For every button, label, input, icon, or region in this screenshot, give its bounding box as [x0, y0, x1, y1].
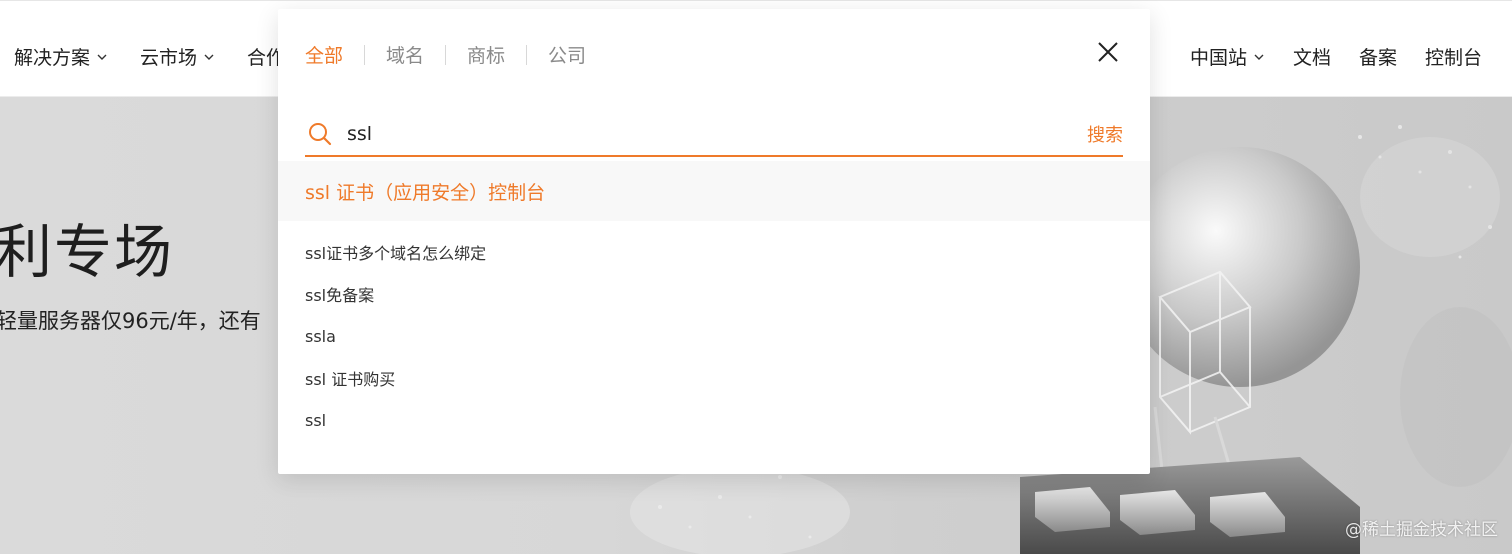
nav-item-region[interactable]: 中国站 — [1190, 43, 1265, 70]
suggestion-item[interactable]: ssl 证书购买 — [305, 357, 486, 399]
search-panel: 全部 域名 商标 公司 搜索 ssl 证书（应用安全）控制台 ssl证书多个域名… — [278, 9, 1150, 474]
hero-title: 利专场 — [0, 218, 175, 286]
search-input[interactable] — [347, 116, 1067, 152]
nav-item-label: 文档 — [1292, 47, 1331, 69]
suggestion-item[interactable]: ssl证书多个域名怎么绑定 — [305, 231, 486, 273]
nav-left: 解决方案 云市场 合作 — [14, 43, 285, 70]
tab-trademark[interactable]: 商标 — [467, 41, 505, 68]
search-bar: 搜索 — [305, 113, 1123, 157]
nav-item-label: 控制台 — [1424, 47, 1482, 69]
tab-divider — [364, 44, 366, 65]
nav-right: 中国站 文档 备案 控制台 — [1190, 43, 1482, 70]
chevron-down-icon — [1254, 54, 1264, 60]
nav-item-docs[interactable]: 文档 — [1293, 43, 1331, 70]
tab-company[interactable]: 公司 — [548, 41, 586, 68]
chevron-down-icon — [97, 54, 107, 60]
nav-item-label: 解决方案 — [14, 47, 91, 69]
nav-item-marketplace[interactable]: 云市场 — [140, 43, 215, 70]
tab-domain[interactable]: 域名 — [386, 41, 424, 68]
suggestion-list: ssl证书多个域名怎么绑定 ssl免备案 ssla ssl 证书购买 ssl — [305, 231, 486, 441]
tab-divider — [526, 44, 528, 65]
close-icon[interactable] — [1096, 40, 1120, 64]
watermark: @稀土掘金技术社区 — [1345, 520, 1498, 540]
nav-item-console[interactable]: 控制台 — [1425, 43, 1482, 70]
chevron-down-icon — [204, 54, 214, 60]
hero-subtitle: 轻量服务器仅96元/年，还有 — [0, 309, 261, 333]
search-icon — [309, 123, 332, 146]
nav-item-label: 备案 — [1358, 47, 1397, 69]
search-tabs: 全部 域名 商标 公司 — [305, 41, 586, 68]
nav-item-label: 云市场 — [140, 47, 198, 69]
suggestion-item[interactable]: ssl免备案 — [305, 273, 486, 315]
nav-item-label: 中国站 — [1189, 47, 1247, 69]
tab-divider — [445, 44, 447, 65]
nav-item-solutions[interactable]: 解决方案 — [14, 43, 108, 70]
nav-item-filing[interactable]: 备案 — [1359, 43, 1397, 70]
suggestion-item[interactable]: ssl — [305, 399, 486, 441]
search-button[interactable]: 搜索 — [1087, 121, 1123, 147]
suggestion-item[interactable]: ssla — [305, 315, 486, 357]
tab-all[interactable]: 全部 — [305, 41, 343, 68]
suggestion-highlighted[interactable]: ssl 证书（应用安全）控制台 — [278, 161, 1150, 221]
